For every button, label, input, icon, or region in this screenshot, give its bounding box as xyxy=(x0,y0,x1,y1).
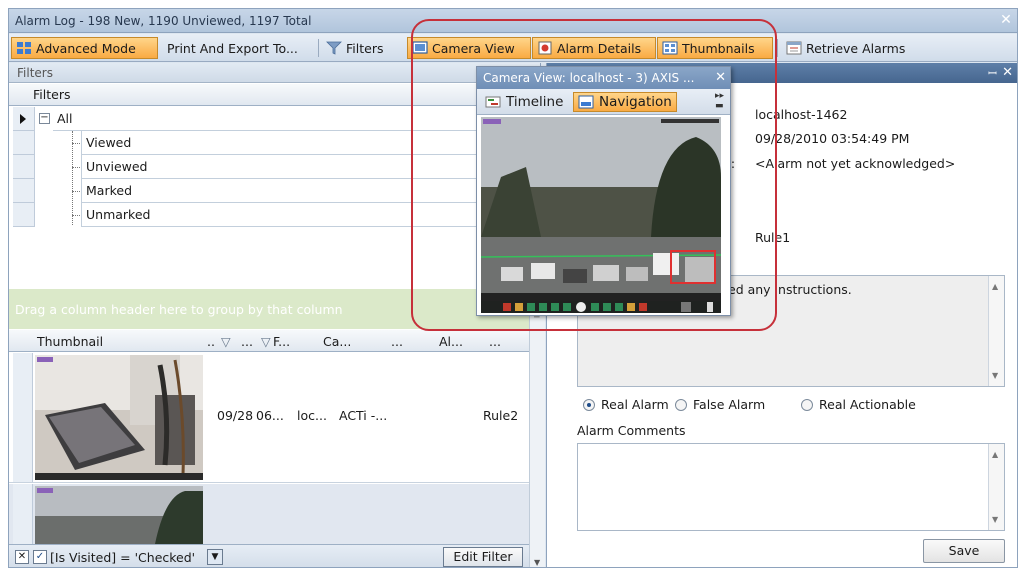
filters-button[interactable]: Filters xyxy=(321,37,405,59)
row-selector[interactable] xyxy=(13,179,35,203)
scroll-up-icon[interactable]: ▲ xyxy=(992,450,998,459)
row-selector[interactable] xyxy=(13,107,35,131)
alarm-log-window: Alarm Log - 198 New, 1190 Unviewed, 1197… xyxy=(8,8,1018,568)
edit-filter-button[interactable]: Edit Filter xyxy=(443,547,523,567)
window-title: Alarm Log - 198 New, 1190 Unviewed, 1197… xyxy=(15,14,312,28)
cell-server: loc... xyxy=(297,408,327,423)
row-selector[interactable] xyxy=(13,353,33,482)
column-alarm[interactable]: Al... xyxy=(439,334,463,349)
radio-label: Real Actionable xyxy=(819,397,916,412)
collapse-icon[interactable]: − xyxy=(39,113,50,124)
toolbar-separator xyxy=(318,39,319,57)
funnel-icon xyxy=(326,41,342,55)
cell-rule: Rule2 xyxy=(483,408,519,423)
row-selector[interactable] xyxy=(13,131,35,155)
cell-camera: ACTi -... xyxy=(339,408,388,423)
tree-row-unviewed[interactable]: Unviewed xyxy=(9,155,479,179)
scroll-up-icon[interactable]: ▲ xyxy=(992,282,998,291)
table-row[interactable] xyxy=(9,484,529,544)
advanced-mode-label: Advanced Mode xyxy=(36,40,136,56)
retrieve-alarms-button[interactable]: Retrieve Alarms xyxy=(781,37,913,59)
radio-real-actionable[interactable]: Real Actionable xyxy=(801,397,916,412)
print-export-button[interactable]: Print And Export To... xyxy=(162,37,315,59)
save-button[interactable]: Save xyxy=(923,539,1005,563)
filter-dropdown-icon[interactable]: ▼ xyxy=(207,549,223,565)
alarm-comments-label: Alarm Comments xyxy=(577,423,686,438)
calendar-icon xyxy=(786,41,802,55)
close-icon[interactable]: ✕ xyxy=(997,11,1015,29)
scroll-down-icon[interactable]: ▼ xyxy=(992,371,998,380)
alarm-thumbnail-2[interactable] xyxy=(35,486,203,544)
comments-scrollbar[interactable]: ▲ ▼ xyxy=(988,444,1004,530)
tree-row-marked[interactable]: Marked xyxy=(9,179,479,203)
radio-real-alarm[interactable]: Real Alarm xyxy=(583,397,669,412)
row-selector[interactable] xyxy=(13,203,35,227)
splitter-scrollbar[interactable]: ≡ ▼ xyxy=(529,309,545,567)
radio-dot[interactable] xyxy=(583,398,595,411)
retrieve-alarms-label: Retrieve Alarms xyxy=(806,40,906,56)
sort-icon: ▽ xyxy=(261,334,271,349)
column-extra[interactable]: ... xyxy=(391,334,403,349)
panel-close-icon[interactable]: ✕ xyxy=(1002,65,1013,80)
instructions-scrollbar[interactable]: ▲ ▼ xyxy=(988,276,1004,386)
radio-label: Real Alarm xyxy=(601,397,669,412)
alarm-thumbnail-1[interactable] xyxy=(35,355,203,480)
print-export-label: Print And Export To... xyxy=(167,40,298,56)
column-server[interactable]: F... xyxy=(273,334,290,349)
alarm-timestamp: 09/28/2010 03:54:49 PM xyxy=(755,131,910,146)
grid-icon xyxy=(16,41,32,55)
pin-icon[interactable]: ꟷ xyxy=(988,66,997,81)
radio-label: False Alarm xyxy=(693,397,766,412)
advanced-mode-button[interactable]: Advanced Mode xyxy=(11,37,158,59)
cell-date: 09/28 xyxy=(217,408,254,423)
callout-highlight xyxy=(411,19,777,331)
tree-row-all[interactable]: − All xyxy=(9,107,479,131)
column-rule[interactable]: ... xyxy=(489,334,501,349)
tree-row-viewed[interactable]: Viewed xyxy=(9,131,479,155)
scroll-down-icon[interactable]: ▼ xyxy=(992,515,998,524)
active-filter-bar: ✕ ✓ [Is Visited] = 'Checked' ▼ Edit Filt… xyxy=(9,544,529,567)
clear-filter-icon[interactable]: ✕ xyxy=(15,550,29,564)
acknowledged-value: <Alarm not yet acknowledged> xyxy=(755,156,956,171)
alarm-comments-input[interactable]: ▲ ▼ xyxy=(577,443,1005,531)
filters-label: Filters xyxy=(346,40,384,56)
radio-false-alarm[interactable]: False Alarm xyxy=(675,397,765,412)
cell-time: 06... xyxy=(256,408,284,423)
column-date[interactable]: .. xyxy=(207,334,215,349)
column-thumbnail[interactable]: Thumbnail xyxy=(37,334,103,349)
scroll-down-icon[interactable]: ▼ xyxy=(534,558,540,567)
filter-expression: [Is Visited] = 'Checked' xyxy=(50,550,196,565)
sort-icon: ▽ xyxy=(221,334,231,349)
filter-checkbox[interactable]: ✓ xyxy=(33,550,47,564)
column-time[interactable]: ... xyxy=(241,334,253,349)
toolbar-separator xyxy=(777,39,778,57)
row-selector[interactable] xyxy=(13,484,33,544)
row-selector[interactable] xyxy=(13,155,35,179)
radio-dot[interactable] xyxy=(675,398,687,411)
radio-dot[interactable] xyxy=(801,398,813,411)
alarm-grid-header: Thumbnail .. ▽ ... ▽ F... Ca... ... Al..… xyxy=(9,330,529,352)
column-camera[interactable]: Ca... xyxy=(323,334,351,349)
table-row[interactable]: 09/28 06... loc... ACTi -... Rule2 xyxy=(9,353,529,483)
tree-row-unmarked[interactable]: Unmarked xyxy=(9,203,479,227)
